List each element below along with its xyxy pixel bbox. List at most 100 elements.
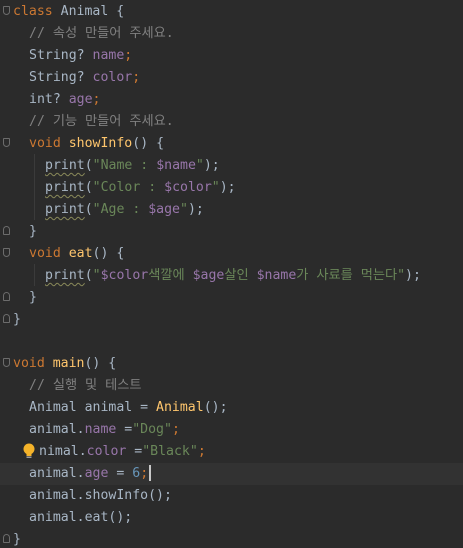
code-line[interactable]: // 기능 만들어 주세요. xyxy=(0,111,463,133)
keyword: void xyxy=(29,136,61,151)
punctuation: ); xyxy=(405,268,421,283)
operator: = xyxy=(108,466,133,481)
code-line[interactable]: } xyxy=(0,221,463,243)
string-literal: " xyxy=(211,180,220,195)
interpolated-variable: $color xyxy=(100,268,149,283)
punctuation: ); xyxy=(187,202,204,217)
interpolated-variable: $name xyxy=(256,268,297,283)
field-name: age xyxy=(68,92,93,107)
string-literal: "Age : xyxy=(92,202,149,217)
comment: // 기능 만들어 주세요. xyxy=(29,114,174,129)
interpolated-variable: $age xyxy=(148,202,180,217)
method-call: animal.showInfo(); xyxy=(29,488,172,503)
code-line[interactable]: print("Name : $name"); xyxy=(0,155,463,177)
code-line[interactable]: print("$color색깔에 $age살인 $name가 사료를 먹는다")… xyxy=(0,265,463,287)
text-cursor xyxy=(149,465,152,481)
string-literal: "Name : xyxy=(92,158,157,173)
string-literal: 가 사료를 먹는다" xyxy=(296,268,406,283)
string-literal: " xyxy=(180,202,188,217)
object-ref: animal. xyxy=(29,422,85,437)
field-name: color xyxy=(86,444,127,459)
number-literal: 6 xyxy=(132,466,141,481)
punctuation: ( xyxy=(84,158,93,173)
field-name: name xyxy=(92,48,125,63)
code-line[interactable]: String? name; xyxy=(0,45,463,67)
semicolon: ; xyxy=(140,466,149,481)
interpolated-variable: $age xyxy=(192,268,225,283)
keyword: void xyxy=(13,356,45,371)
brace: } xyxy=(13,532,21,547)
brace: } xyxy=(29,224,37,239)
code-line[interactable]: void eat() { xyxy=(0,243,463,265)
code-line[interactable]: nimal.color ="Black"; xyxy=(0,441,463,463)
code-line[interactable]: // 속성 만들어 주세요. xyxy=(0,23,463,45)
string-literal: 살인 xyxy=(224,268,257,283)
punctuation: () { xyxy=(84,356,117,371)
semicolon: ; xyxy=(92,92,101,107)
semicolon: ; xyxy=(171,422,180,437)
code-line[interactable]: int? age; xyxy=(0,89,463,111)
code-line[interactable]: print("Color : $color"); xyxy=(0,177,463,199)
code-line[interactable]: animal.name ="Dog"; xyxy=(0,419,463,441)
method-call: animal.eat(); xyxy=(29,510,133,525)
code-line[interactable]: void main() { xyxy=(0,353,463,375)
punctuation: () { xyxy=(132,136,165,151)
lightbulb-icon[interactable] xyxy=(22,443,36,459)
keyword: void xyxy=(29,246,61,261)
punctuation: (); xyxy=(203,400,228,415)
function-name: main xyxy=(52,356,85,371)
operator: = xyxy=(116,422,133,437)
function-call: print xyxy=(45,268,85,283)
object-ref: animal. xyxy=(29,466,85,481)
field-name: color xyxy=(92,70,133,85)
code-line[interactable]: String? color; xyxy=(0,67,463,89)
code-line[interactable]: void showInfo() { xyxy=(0,133,463,155)
type: int? xyxy=(29,92,61,107)
string-literal: "Black" xyxy=(142,444,198,459)
field-name: age xyxy=(84,466,109,481)
declaration: Animal animal = xyxy=(29,400,157,415)
code-line-current[interactable]: animal.age = 6; xyxy=(0,463,463,485)
code-line[interactable]: print("Age : $age"); xyxy=(0,199,463,221)
punctuation: () { xyxy=(92,246,125,261)
string-literal: "Dog" xyxy=(132,422,172,437)
function-call: print xyxy=(45,158,85,173)
string-literal: " xyxy=(92,268,101,283)
code-line[interactable]: // 실행 및 테스트 xyxy=(0,375,463,397)
brace: } xyxy=(13,312,21,327)
type: String? xyxy=(29,48,85,63)
field-name: name xyxy=(84,422,117,437)
comment: // 실행 및 테스트 xyxy=(29,378,142,393)
string-literal: "Color : xyxy=(92,180,165,195)
code-line[interactable]: } xyxy=(0,287,463,309)
code-line[interactable]: } xyxy=(0,529,463,548)
function-call: print xyxy=(45,202,85,217)
interpolated-variable: $color xyxy=(164,180,212,195)
string-literal: " xyxy=(195,158,204,173)
operator: = xyxy=(126,444,143,459)
constructor-call: Animal xyxy=(156,400,204,415)
code-line[interactable]: animal.eat(); xyxy=(0,507,463,529)
punctuation: ); xyxy=(203,158,220,173)
code-line[interactable]: Animal animal = Animal(); xyxy=(0,397,463,419)
type: String? xyxy=(29,70,85,85)
object-ref: nimal. xyxy=(39,444,87,459)
function-call: print xyxy=(45,180,85,195)
punctuation: ( xyxy=(84,202,93,217)
interpolated-variable: $name xyxy=(156,158,196,173)
semicolon: ; xyxy=(124,48,133,63)
brace: { xyxy=(116,4,125,19)
brace: } xyxy=(29,290,37,305)
semicolon: ; xyxy=(132,70,141,85)
punctuation: ( xyxy=(84,268,93,283)
keyword: class xyxy=(13,4,53,19)
code-line[interactable]: } xyxy=(0,309,463,331)
code-line[interactable]: class Animal { xyxy=(0,1,463,23)
function-name: eat xyxy=(68,246,93,261)
code-editor[interactable]: class Animal { // 속성 만들어 주세요. String? na… xyxy=(0,0,463,548)
punctuation: ); xyxy=(219,180,236,195)
comment: // 속성 만들어 주세요. xyxy=(29,26,174,41)
code-line[interactable]: animal.showInfo(); xyxy=(0,485,463,507)
semicolon: ; xyxy=(197,444,206,459)
function-name: showInfo xyxy=(68,136,133,151)
